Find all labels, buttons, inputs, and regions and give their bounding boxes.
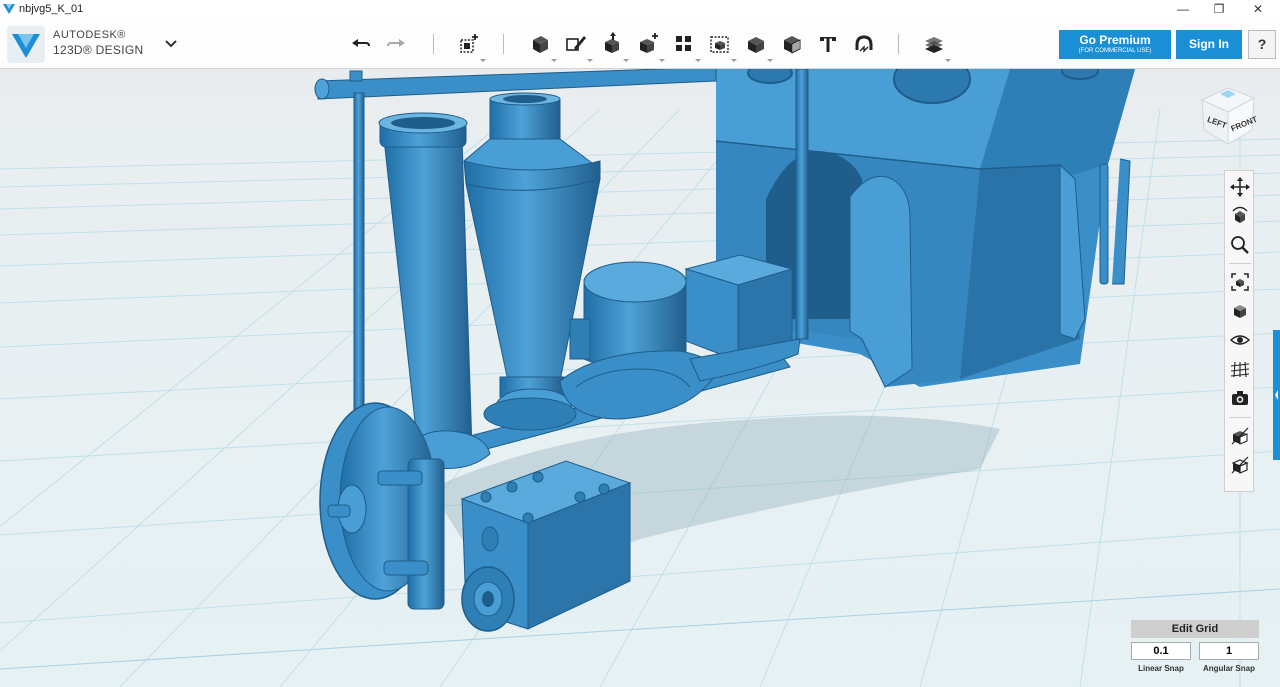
dropdown-arrow-icon bbox=[695, 59, 701, 62]
dropdown-arrow-icon bbox=[659, 59, 665, 62]
side-panel-tab[interactable] bbox=[1273, 330, 1280, 460]
outline-mode-button[interactable] bbox=[1229, 454, 1251, 476]
app-logo-icon bbox=[7, 26, 45, 63]
zoom-icon bbox=[1231, 236, 1249, 254]
transform-tool[interactable] bbox=[456, 31, 486, 62]
zoom-button[interactable] bbox=[1229, 234, 1251, 256]
pattern-tool[interactable] bbox=[671, 31, 701, 62]
visibility-button[interactable] bbox=[1229, 329, 1251, 351]
modify-tool[interactable] bbox=[635, 31, 665, 62]
construct-tool[interactable] bbox=[599, 31, 629, 62]
fit-icon bbox=[1231, 273, 1249, 291]
redo-button[interactable] bbox=[383, 31, 409, 57]
go-premium-sublabel: (FOR COMMERCIAL USE) bbox=[1078, 48, 1152, 54]
minimize-button[interactable]: — bbox=[1165, 0, 1201, 18]
modify-icon bbox=[640, 33, 658, 53]
toolbar-separator bbox=[898, 34, 899, 54]
eye-icon bbox=[1229, 335, 1251, 345]
grid-settings-panel: Edit Grid 0.1 1 Linear Snap Angular Snap bbox=[1131, 620, 1259, 680]
scene-canvas[interactable] bbox=[0, 69, 1280, 687]
pattern-icon bbox=[676, 36, 691, 51]
navigation-bar bbox=[1224, 170, 1254, 492]
sign-in-button[interactable]: Sign In bbox=[1176, 30, 1242, 59]
angular-snap-label: Angular Snap bbox=[1202, 664, 1255, 673]
view-mode-button[interactable] bbox=[1229, 300, 1251, 322]
primitives-icon bbox=[533, 36, 548, 53]
navbar-separator bbox=[1229, 263, 1251, 264]
app-icon bbox=[3, 4, 15, 14]
construct-icon bbox=[605, 32, 619, 53]
go-premium-label: Go Premium bbox=[1079, 33, 1151, 47]
app-menu-chevron-icon[interactable] bbox=[162, 34, 180, 52]
view-mode-icon bbox=[1234, 305, 1246, 318]
edit-grid-button[interactable]: Edit Grid bbox=[1131, 620, 1259, 638]
outline-mode-icon bbox=[1231, 456, 1249, 474]
sketch-tool[interactable] bbox=[563, 31, 593, 62]
dropdown-arrow-icon bbox=[480, 59, 486, 62]
snap-magnet-icon bbox=[855, 35, 873, 53]
combine-icon bbox=[748, 37, 764, 53]
redo-icon bbox=[387, 39, 405, 47]
maximize-button[interactable]: ❐ bbox=[1201, 0, 1237, 18]
undo-icon bbox=[352, 39, 370, 47]
grouping-icon bbox=[710, 36, 729, 53]
dropdown-arrow-icon bbox=[587, 59, 593, 62]
design-viewport[interactable]: LEFT FRONT bbox=[0, 69, 1280, 687]
grid-icon bbox=[1230, 361, 1250, 378]
orbit-icon bbox=[1232, 206, 1248, 223]
toolbar-separator bbox=[503, 34, 504, 54]
close-button[interactable]: ✕ bbox=[1240, 0, 1276, 18]
camera-icon bbox=[1232, 391, 1248, 405]
text-icon bbox=[820, 37, 836, 52]
view-cube[interactable]: LEFT FRONT bbox=[1196, 84, 1260, 150]
collapse-chevron-icon bbox=[1275, 390, 1278, 400]
dropdown-arrow-icon bbox=[551, 59, 557, 62]
go-premium-button[interactable]: Go Premium (FOR COMMERCIAL USE) bbox=[1059, 30, 1171, 59]
fit-button[interactable] bbox=[1229, 271, 1251, 293]
angular-snap-input[interactable]: 1 bbox=[1199, 642, 1259, 660]
primitives-tool[interactable] bbox=[527, 31, 557, 62]
transform-icon bbox=[460, 34, 478, 53]
title-bar: nbjvg5_K_01 — ❐ ✕ bbox=[0, 0, 1280, 18]
dropdown-arrow-icon bbox=[945, 59, 951, 62]
brand-product: 123D® DESIGN bbox=[53, 43, 144, 57]
navbar-separator bbox=[1229, 417, 1251, 418]
linear-snap-label: Linear Snap bbox=[1138, 664, 1184, 673]
help-button[interactable]: ? bbox=[1248, 30, 1276, 59]
grid-toggle-button[interactable] bbox=[1229, 358, 1251, 380]
toolbar-separator bbox=[433, 34, 434, 54]
sketch-icon bbox=[566, 36, 586, 51]
dropdown-arrow-icon bbox=[623, 59, 629, 62]
measure-icon bbox=[784, 36, 801, 54]
dropdown-arrow-icon bbox=[767, 59, 773, 62]
materials-tool[interactable] bbox=[921, 31, 951, 62]
materials-icon bbox=[925, 37, 943, 53]
snap-tool[interactable] bbox=[851, 31, 877, 57]
linear-snap-input[interactable]: 0.1 bbox=[1131, 642, 1191, 660]
material-mode-button[interactable] bbox=[1229, 425, 1251, 447]
dropdown-arrow-icon bbox=[731, 59, 737, 62]
undo-button[interactable] bbox=[348, 31, 374, 57]
orbit-button[interactable] bbox=[1229, 205, 1251, 227]
brand-autodesk: AUTODESK® bbox=[53, 29, 126, 41]
measure-tool[interactable] bbox=[779, 31, 805, 57]
pan-icon bbox=[1230, 177, 1250, 197]
material-mode-icon bbox=[1231, 427, 1249, 445]
text-tool[interactable] bbox=[815, 31, 841, 57]
combine-tool[interactable] bbox=[743, 31, 773, 62]
screenshot-button[interactable] bbox=[1229, 387, 1251, 409]
pan-button[interactable] bbox=[1229, 176, 1251, 198]
grouping-tool[interactable] bbox=[707, 31, 737, 62]
window-title: nbjvg5_K_01 bbox=[19, 3, 84, 15]
